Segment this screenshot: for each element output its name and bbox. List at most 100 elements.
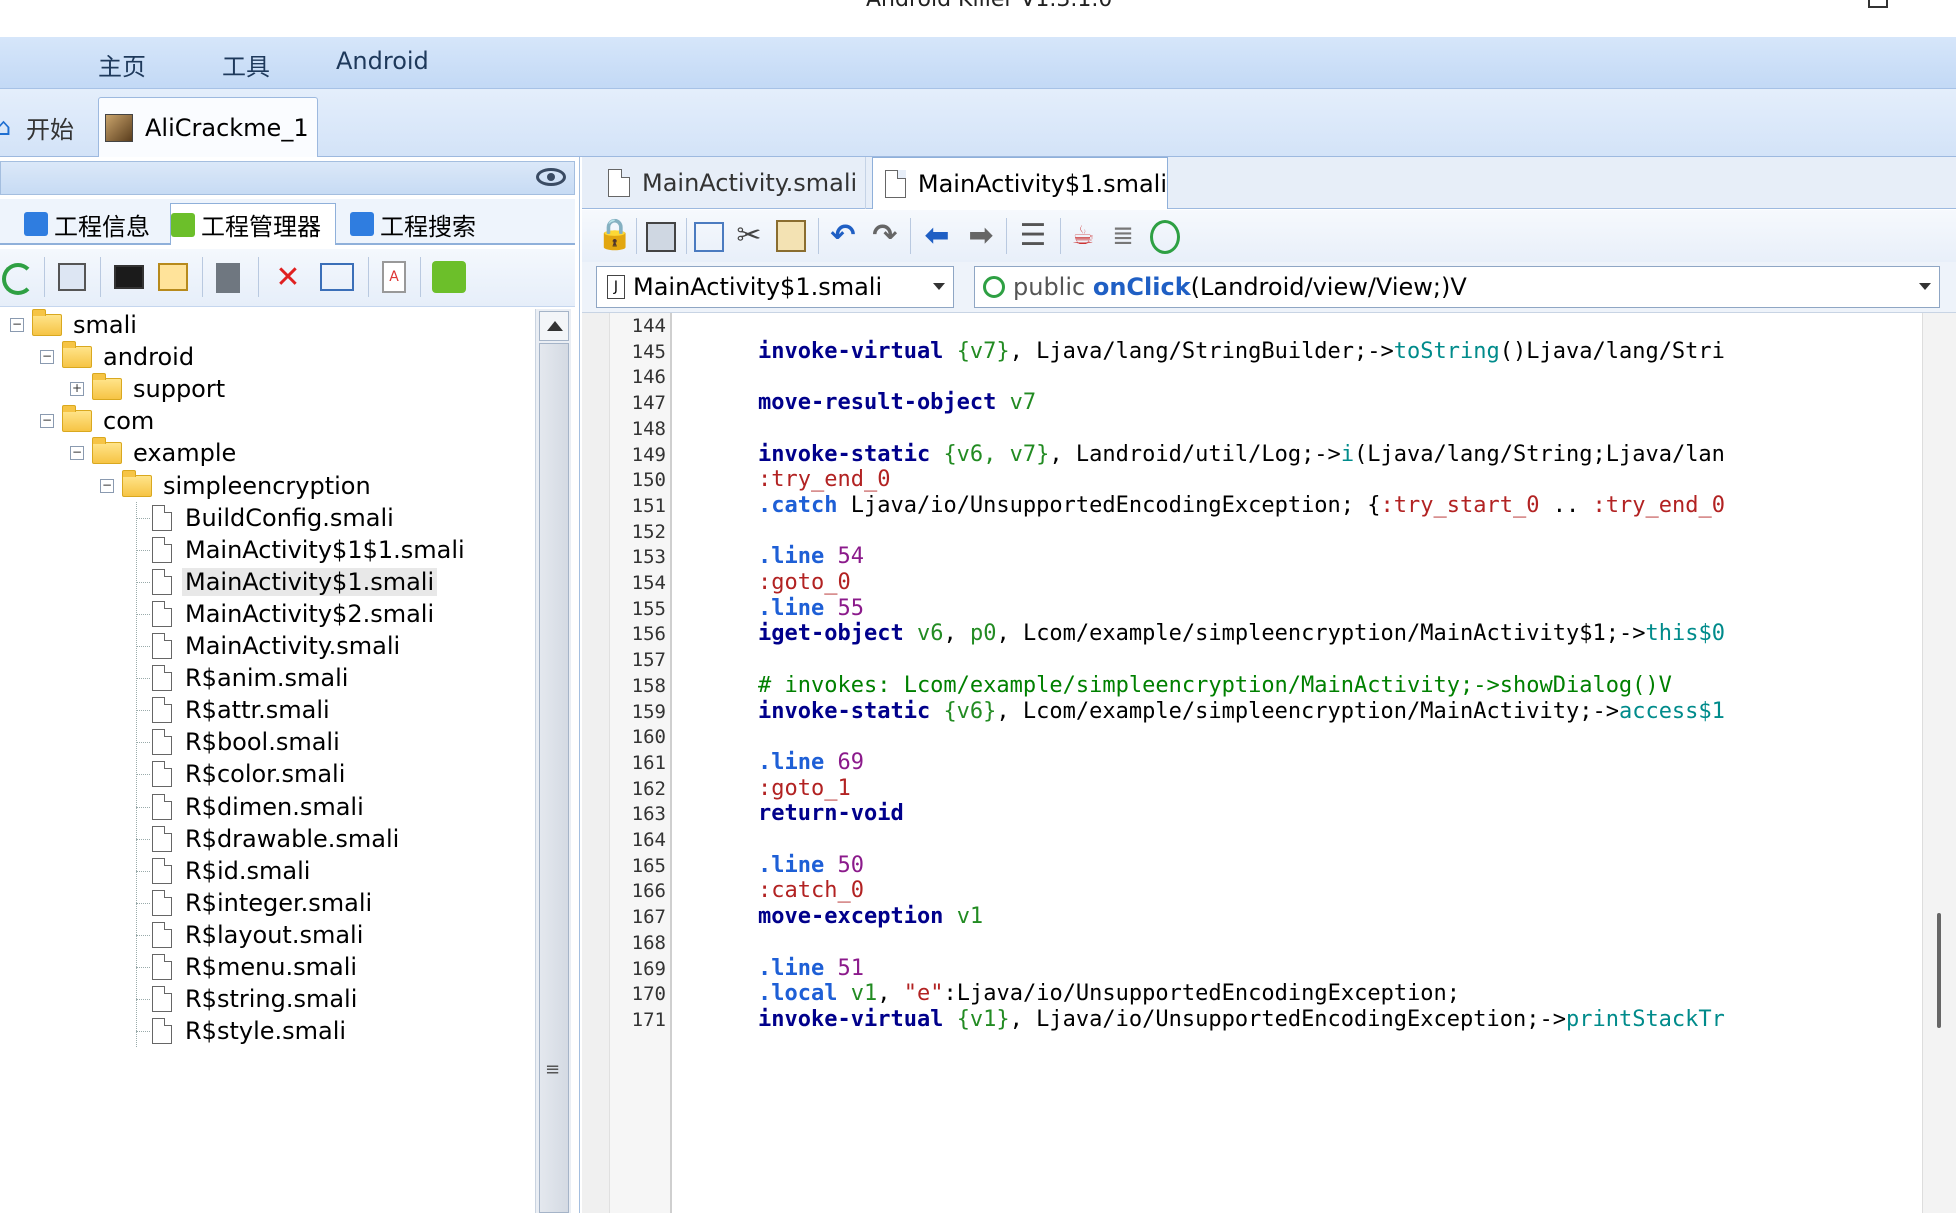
tab-project-manager[interactable]: 工程管理器 <box>170 203 336 245</box>
method-signature: (Landroid/view/View;)V <box>1190 273 1467 301</box>
tree-expander[interactable]: + <box>70 382 84 397</box>
eye-icon[interactable] <box>536 168 566 186</box>
code-token: , Lcom/example/simpleencryption/MainActi… <box>996 698 1619 724</box>
back-icon[interactable]: ⬅ <box>918 218 956 254</box>
code-token: , <box>877 981 904 1007</box>
menu-bar: 主页 工具 Android <box>0 37 1956 89</box>
tree-expander[interactable]: − <box>40 414 54 429</box>
maximize-button[interactable] <box>1868 0 1888 8</box>
file-selector-value: MainActivity$1.smali <box>633 273 883 301</box>
tab-mainactivity-1[interactable]: MainActivity$1.smali <box>872 157 1168 209</box>
tree-file[interactable]: MainActivity$1.smali <box>152 566 438 598</box>
tree-expander[interactable]: − <box>40 350 54 365</box>
tree-file[interactable]: MainActivity$1$1.smali <box>152 534 468 566</box>
tree-file[interactable]: MainActivity$2.smali <box>152 598 437 630</box>
tab-project-search[interactable]: 工程搜索 <box>350 203 476 245</box>
title-bar: Android Killer V1.3.1.0 <box>0 0 1956 37</box>
redo-icon[interactable]: ↷ <box>868 218 902 254</box>
tree-file[interactable]: R$style.smali <box>152 1015 349 1047</box>
delete-icon[interactable]: ✕ <box>272 261 304 295</box>
tree-expander[interactable]: − <box>10 318 24 332</box>
code-editor[interactable]: 144 145 invoke-virtual {v7}, Ljava/lang/St… <box>582 312 1956 1213</box>
pdf-icon[interactable]: A <box>382 261 406 293</box>
code-token: v6 <box>916 621 944 647</box>
scroll-up-button[interactable] <box>539 311 569 341</box>
tree-file[interactable]: R$menu.smali <box>152 951 360 983</box>
cut-icon[interactable]: ✂ <box>734 218 764 254</box>
code-token: :try_end_0 <box>758 467 891 493</box>
tree-file[interactable]: R$layout.smali <box>152 919 366 951</box>
code-token: :goto_0 <box>758 570 851 595</box>
tree-folder[interactable]: com <box>62 405 157 437</box>
tree-label: example <box>133 439 237 468</box>
file-icon <box>152 697 172 724</box>
scroll-thumb[interactable] <box>539 343 569 1213</box>
tree-file[interactable]: MainActivity.smali <box>152 630 403 662</box>
code-token: 54 <box>837 544 864 570</box>
tree-folder[interactable]: example <box>92 437 239 469</box>
tree-label: R$id.smali <box>185 856 311 885</box>
device-icon[interactable] <box>114 265 144 289</box>
tree-file[interactable]: BuildConfig.smali <box>152 502 397 534</box>
tab-start[interactable]: ⌂ 开始 <box>0 97 92 157</box>
panel-tabs: 工程信息 工程管理器 工程搜索 <box>0 199 575 245</box>
tab-project[interactable]: AliCrackme_1 <box>98 97 318 157</box>
tree-folder[interactable]: simpleencryption <box>122 469 374 502</box>
tree-scrollbar[interactable]: ≡ <box>535 309 571 1213</box>
tree-file[interactable]: R$color.smali <box>152 758 348 790</box>
open-folder-icon[interactable] <box>158 263 188 291</box>
code-token: printStackTr <box>1565 1006 1725 1032</box>
lock-icon[interactable]: 🔒 <box>596 220 633 250</box>
screenshot-icon[interactable] <box>58 263 86 291</box>
paste-icon[interactable] <box>776 220 806 252</box>
tree-file[interactable]: R$bool.smali <box>152 726 343 758</box>
menu-tools[interactable]: 工具 <box>222 47 270 82</box>
code-text: invoke-virtual {v1}, Ljava/io/Unsupporte… <box>758 1004 1725 1036</box>
tab-project-info[interactable]: 工程信息 <box>24 203 150 245</box>
book-icon[interactable] <box>216 263 240 293</box>
tree-folder[interactable]: android <box>62 341 197 373</box>
java-icon[interactable]: ☕ <box>1068 220 1098 252</box>
refresh-icon[interactable] <box>2 263 34 295</box>
compare-icon[interactable] <box>320 263 354 291</box>
code-token: :goto_1 <box>758 775 851 801</box>
editor-scrollbar[interactable] <box>1922 313 1956 1213</box>
wrap-icon[interactable]: ☰ <box>1014 218 1052 254</box>
editor-scroll-thumb[interactable] <box>1937 913 1941 1028</box>
tree-expander[interactable]: − <box>70 446 84 461</box>
tree-folder[interactable]: support <box>92 373 228 405</box>
tree-file[interactable]: R$attr.smali <box>152 694 333 726</box>
tree-file[interactable]: R$id.smali <box>152 855 313 887</box>
project-toolbar: ✕ A <box>0 249 575 307</box>
tree-file[interactable]: R$drawable.smali <box>152 823 402 855</box>
code-token: {v6} <box>943 698 997 724</box>
format-icon[interactable]: ≣ <box>1108 218 1138 254</box>
code-line: 171 invoke-virtual {v1}, Ljava/io/Unsuppo… <box>582 1004 1922 1036</box>
undo-icon[interactable]: ↶ <box>826 218 860 254</box>
tree-expander[interactable]: − <box>100 478 114 493</box>
line-number: 171 <box>631 1008 666 1031</box>
copy-icon[interactable] <box>694 222 724 252</box>
code-token: :catch_0 <box>758 878 864 904</box>
tree-file[interactable]: R$dimen.smali <box>152 791 367 823</box>
editor-selectors: J MainActivity$1.smali public onClick (L… <box>582 262 1956 312</box>
code-token: invoke-virtual <box>758 1006 944 1032</box>
scroll-grip-icon: ≡ <box>545 1059 561 1080</box>
method-selector[interactable]: public onClick (Landroid/view/View;)V <box>974 266 1940 308</box>
tree-file[interactable]: R$anim.smali <box>152 662 351 694</box>
tree-label: R$integer.smali <box>185 888 373 917</box>
menu-home[interactable]: 主页 <box>98 47 146 82</box>
tree-folder[interactable]: smali <box>32 309 140 341</box>
tab-mainactivity[interactable]: MainActivity.smali <box>596 157 866 209</box>
tree-file[interactable]: R$integer.smali <box>152 887 375 919</box>
file-selector[interactable]: J MainActivity$1.smali <box>596 266 954 308</box>
run-icon[interactable] <box>1150 220 1180 254</box>
save-icon[interactable] <box>646 222 676 252</box>
forward-icon[interactable]: ➡ <box>962 218 1000 254</box>
android-icon[interactable] <box>432 261 466 293</box>
menu-android[interactable]: Android <box>336 47 429 75</box>
tree-file[interactable]: R$string.smali <box>152 983 360 1015</box>
